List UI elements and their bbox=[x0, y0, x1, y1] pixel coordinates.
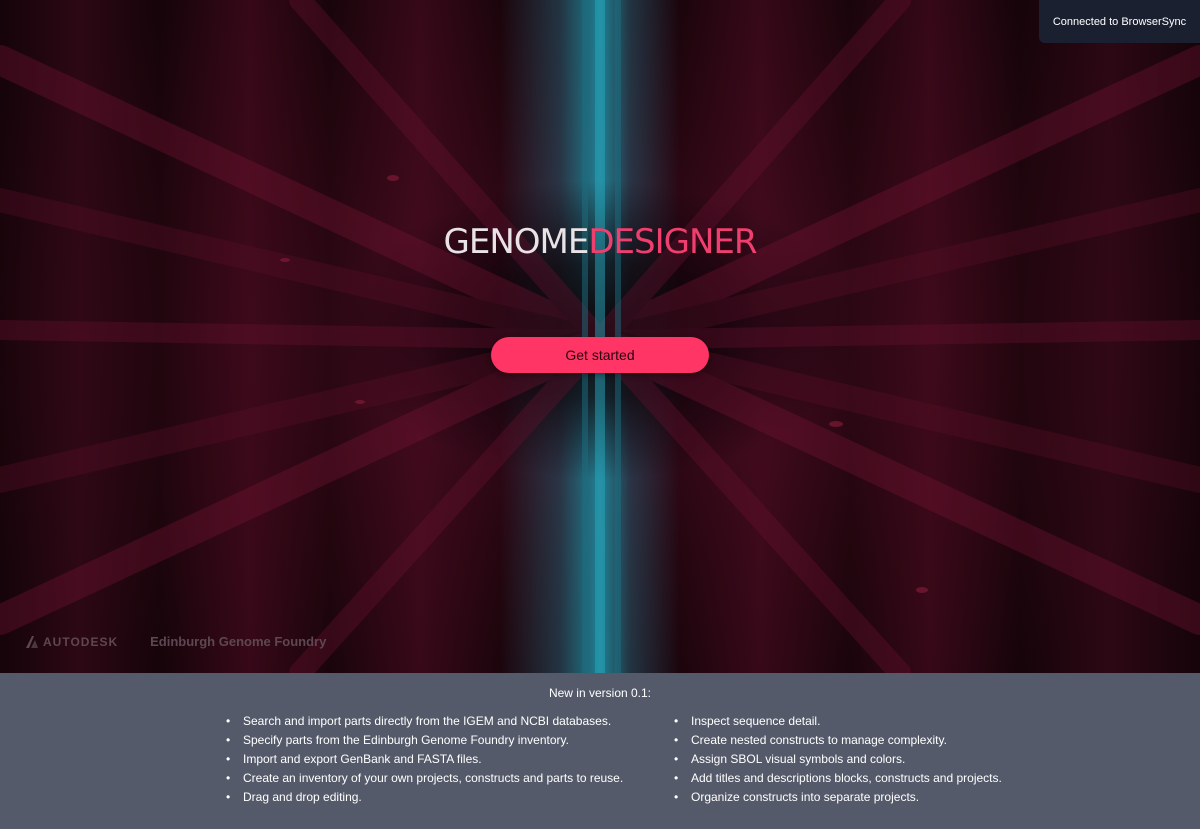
list-item: Drag and drop editing. bbox=[226, 788, 623, 807]
list-item: Create an inventory of your own projects… bbox=[226, 769, 623, 788]
release-notes-panel: New in version 0.1: Search and import pa… bbox=[0, 673, 1200, 829]
hero-background: Connected to BrowserSync GENOMEDESIGNER … bbox=[0, 0, 1200, 673]
list-item: Add titles and descriptions blocks, cons… bbox=[674, 769, 1002, 788]
autodesk-mark-icon bbox=[26, 635, 38, 648]
edinburgh-genome-foundry-logo: Edinburgh Genome Foundry bbox=[150, 634, 327, 649]
list-item: Specify parts from the Edinburgh Genome … bbox=[226, 731, 623, 750]
partner-logos: AUTODESK Edinburgh Genome Foundry bbox=[25, 634, 326, 649]
list-item: Organize constructs into separate projec… bbox=[674, 788, 1002, 807]
release-notes-heading: New in version 0.1: bbox=[548, 686, 652, 700]
list-item: Assign SBOL visual symbols and colors. bbox=[674, 750, 1002, 769]
feature-list-left: Search and import parts directly from th… bbox=[226, 712, 623, 807]
app-logo-title: GENOMEDESIGNER bbox=[0, 222, 1200, 262]
autodesk-label: AUTODESK bbox=[43, 634, 119, 649]
list-item: Import and export GenBank and FASTA file… bbox=[226, 750, 623, 769]
list-item: Create nested constructs to manage compl… bbox=[674, 731, 1002, 750]
browsersync-toast: Connected to BrowserSync bbox=[1039, 0, 1200, 43]
list-item: Inspect sequence detail. bbox=[674, 712, 1002, 731]
get-started-button[interactable]: Get started bbox=[491, 337, 709, 373]
feature-list-right: Inspect sequence detail. Create nested c… bbox=[674, 712, 1002, 807]
title-genome: GENOME bbox=[443, 222, 589, 262]
title-designer: DESIGNER bbox=[588, 222, 757, 262]
list-item: Search and import parts directly from th… bbox=[226, 712, 623, 731]
autodesk-logo: AUTODESK bbox=[25, 635, 118, 649]
